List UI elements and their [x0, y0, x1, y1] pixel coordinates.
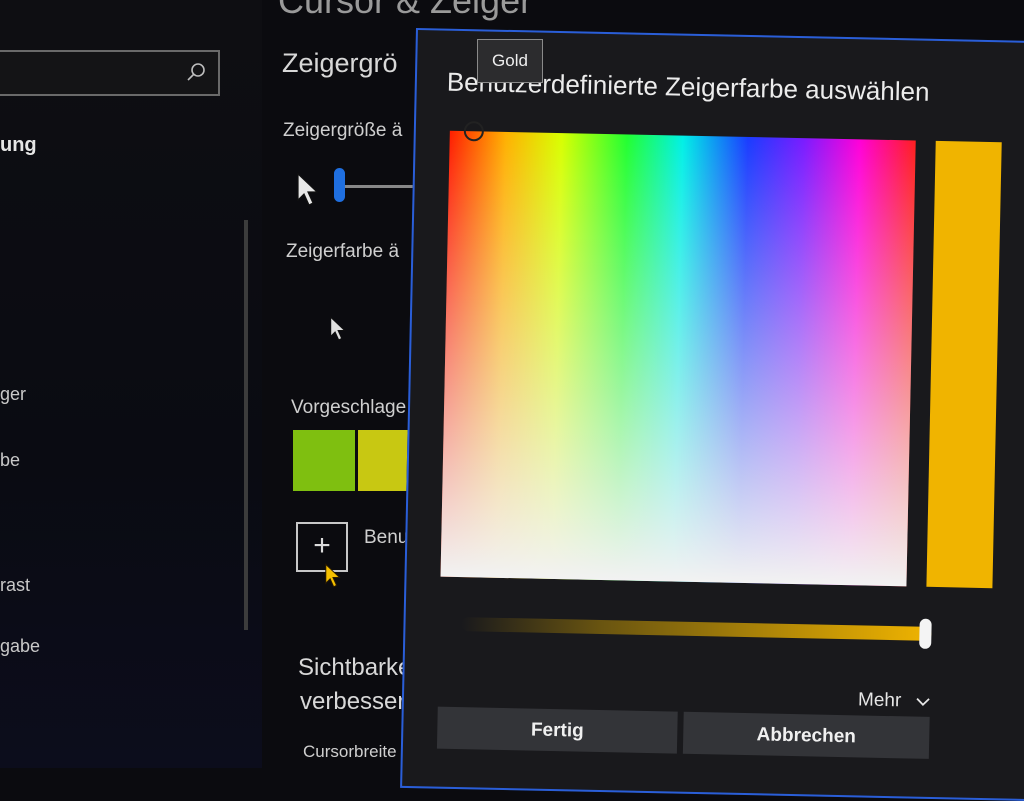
section-heading-pointer-size: Zeigergrö	[282, 48, 398, 78]
mouse-cursor-icon	[325, 563, 341, 588]
sidebar-item-contrast[interactable]: rast	[0, 575, 30, 596]
more-toggle[interactable]: Mehr	[858, 689, 931, 713]
custom-color-dialog: Benutzerdefinierte Zeigerfarbe auswählen…	[400, 28, 1024, 801]
brightness-slider-track[interactable]	[461, 617, 932, 641]
color-spectrum[interactable]	[440, 130, 916, 587]
sidebar-item-output[interactable]: gabe	[0, 636, 40, 657]
color-preview	[926, 140, 1002, 589]
done-button[interactable]: Fertig	[436, 706, 678, 754]
visibility-heading-line2: verbesserr	[300, 688, 414, 715]
suggested-colors-label: Vorgeschlage	[291, 397, 407, 418]
settings-sidebar: ung ger be rast gabe	[0, 0, 262, 768]
page-title: Cursor & Zeiger	[278, 0, 533, 21]
sidebar-item-pointer[interactable]: ger	[0, 384, 26, 405]
cursor-width-label: Cursorbreite	[303, 742, 397, 761]
sidebar-item-color[interactable]: be	[0, 450, 20, 471]
visibility-heading: Sichtbarke	[298, 654, 412, 681]
search-icon	[187, 63, 205, 81]
pointer-preview-icon	[330, 316, 346, 341]
brightness-slider-thumb[interactable]	[919, 618, 932, 649]
pointer-color-label: Zeigerfarbe ä	[286, 241, 400, 262]
sidebar-scrollbar[interactable]	[244, 220, 248, 630]
sidebar-item-active[interactable]: ung	[0, 134, 37, 157]
cancel-button[interactable]: Abbrechen	[682, 711, 930, 759]
more-label: Mehr	[857, 689, 902, 712]
plus-icon: +	[313, 529, 331, 562]
pointer-size-slider-track[interactable]	[342, 185, 422, 188]
color-name-tooltip: Gold	[477, 39, 543, 83]
chevron-down-icon	[915, 697, 930, 707]
pointer-size-label: Zeigergröße ä	[283, 120, 403, 141]
suggested-color-swatch[interactable]	[293, 430, 355, 491]
search-input[interactable]	[0, 50, 220, 96]
pointer-arrow-icon	[297, 172, 319, 206]
pointer-size-slider-thumb[interactable]	[334, 168, 345, 202]
